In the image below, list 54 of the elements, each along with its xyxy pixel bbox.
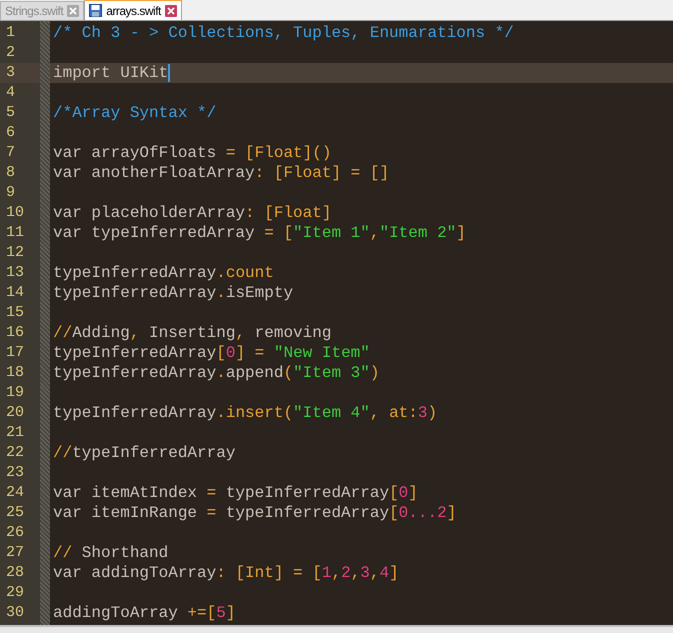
line-number: 23 [6, 464, 24, 481]
line-number: 20 [6, 404, 24, 421]
code-line: typeInferredArray.insert("Item 4", at:3) [53, 403, 438, 423]
line-number: 28 [6, 564, 24, 581]
line-number: 13 [6, 264, 24, 281]
code-line: var anotherFloatArray: [Float] = [] [53, 163, 390, 183]
code-line: //typeInferredArray [53, 443, 236, 463]
code-line: //Adding, Inserting, removing [53, 323, 332, 343]
line-number: 26 [6, 524, 24, 541]
line-number: 21 [6, 424, 24, 441]
line-number: 18 [6, 364, 24, 381]
line-number: 4 [6, 84, 16, 101]
code-line: addingToArray +=[5] [53, 603, 236, 623]
line-number: 25 [6, 504, 24, 521]
code-line: typeInferredArray.append("Item 3") [53, 363, 380, 383]
line-number: 9 [6, 184, 16, 201]
code-line: var addingToArray: [Int] = [1,2,3,4] [53, 563, 399, 583]
code-line: var placeholderArray: [Float] [53, 203, 332, 223]
line-number: 17 [6, 344, 24, 361]
code-line: var itemInRange = typeInferredArray[0...2] [53, 503, 456, 523]
code-line: import UIKit [53, 63, 168, 83]
line-number: 27 [6, 544, 24, 561]
line-number: 11 [6, 224, 24, 241]
code-line: typeInferredArray[0] = "New Item" [53, 343, 370, 363]
close-icon[interactable] [67, 5, 80, 17]
editor-tab[interactable]: arrays.swift [84, 0, 182, 20]
code-line: // Shorthand [53, 543, 168, 563]
line-number: 2 [6, 44, 16, 61]
line-number: 24 [6, 484, 24, 501]
line-number: 10 [6, 204, 24, 221]
horizontal-scrollbar[interactable] [0, 625, 673, 633]
code-line: typeInferredArray.isEmpty [53, 283, 294, 303]
line-number: 12 [6, 244, 24, 261]
line-number: 19 [6, 384, 24, 401]
line-number: 7 [6, 144, 16, 161]
line-number: 8 [6, 164, 16, 181]
line-number: 14 [6, 284, 24, 301]
code-line: var itemAtIndex = typeInferredArray[0] [53, 483, 418, 503]
line-number: 5 [6, 104, 16, 121]
line-number: 1 [6, 24, 16, 41]
code-line: /*Array Syntax */ [53, 103, 216, 123]
line-number: 29 [6, 584, 24, 601]
code-line: /* Ch 3 - > Collections, Tuples, Enumarations */ [53, 23, 514, 43]
line-number: 16 [6, 324, 24, 341]
line-number: 6 [6, 124, 16, 141]
line-number: 30 [6, 604, 24, 621]
code-line: typeInferredArray.count [53, 263, 274, 283]
code-line: var typeInferredArray = ["Item 1","Item 2"] [53, 223, 466, 243]
line-number: 15 [6, 304, 24, 321]
close-icon[interactable] [164, 4, 177, 16]
line-number: 3 [6, 64, 16, 81]
code-line: var arrayOfFloats = [Float]() [53, 143, 332, 163]
line-number: 22 [6, 444, 24, 461]
text-cursor [168, 64, 170, 82]
